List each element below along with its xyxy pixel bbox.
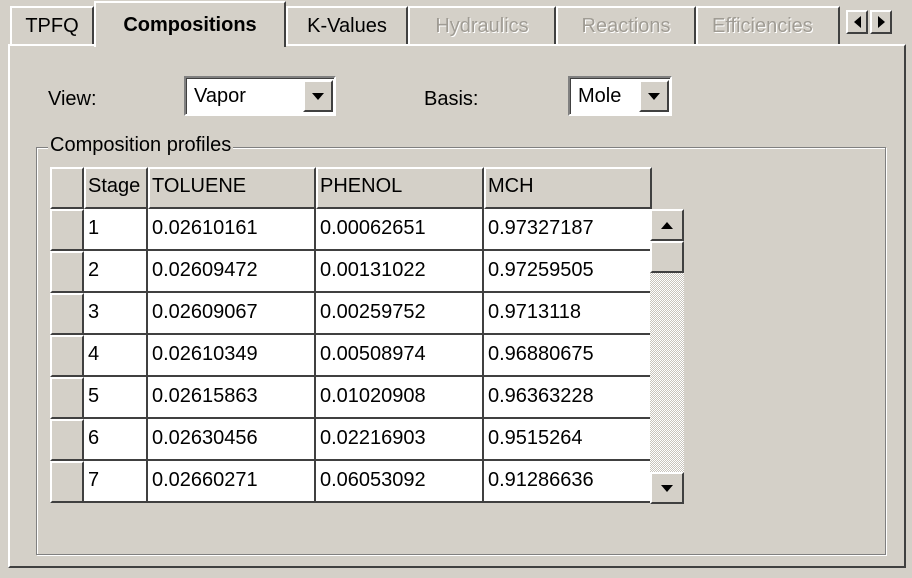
tab-label: K-Values <box>307 14 387 37</box>
scroll-track[interactable] <box>650 241 684 472</box>
cell-phenol[interactable]: 0.00508974 <box>316 335 484 377</box>
cell-phenol[interactable]: 0.00131022 <box>316 251 484 293</box>
tab-label: Efficiencies <box>712 14 813 37</box>
basis-dropdown-button[interactable] <box>639 80 669 112</box>
cell-mch[interactable]: 0.96363228 <box>484 377 652 419</box>
group-title: Composition profiles <box>48 134 234 157</box>
cell-stage[interactable]: 5 <box>84 377 148 419</box>
cell-toluene[interactable]: 0.02615863 <box>148 377 316 419</box>
tab-scroll-right-button[interactable] <box>870 10 892 34</box>
cell-mch[interactable]: 0.96880675 <box>484 335 652 377</box>
triangle-down-icon <box>661 484 673 492</box>
tab-tpfq[interactable]: TPFQ <box>10 6 94 44</box>
tab-label: Hydraulics <box>435 14 529 37</box>
cell-toluene[interactable]: 0.02610349 <box>148 335 316 377</box>
column-header-stage[interactable]: Stage <box>84 167 148 209</box>
tab-strip: TPFQ Compositions K-Values Hydraulics Re… <box>0 0 912 47</box>
cell-toluene[interactable]: 0.02630456 <box>148 419 316 461</box>
cell-toluene[interactable]: 0.02609067 <box>148 293 316 335</box>
chevron-down-icon <box>648 92 660 100</box>
tab-k-values[interactable]: K-Values <box>286 6 408 44</box>
view-select[interactable]: Vapor <box>184 76 336 116</box>
cell-stage[interactable]: 6 <box>84 419 148 461</box>
cell-stage[interactable]: 7 <box>84 461 148 503</box>
row-header[interactable] <box>50 209 84 251</box>
tab-compositions[interactable]: Compositions <box>94 1 286 47</box>
column-header-phenol[interactable]: PHENOL <box>316 167 484 209</box>
cell-stage[interactable]: 1 <box>84 209 148 251</box>
scroll-thumb[interactable] <box>650 241 684 273</box>
row-header[interactable] <box>50 461 84 503</box>
tab-reactions[interactable]: Reactions <box>556 6 696 44</box>
cell-phenol[interactable]: 0.00062651 <box>316 209 484 251</box>
triangle-right-icon <box>877 16 885 28</box>
row-header[interactable] <box>50 377 84 419</box>
row-header[interactable] <box>50 293 84 335</box>
view-select-value: Vapor <box>194 85 246 107</box>
cell-toluene[interactable]: 0.02610161 <box>148 209 316 251</box>
cell-mch[interactable]: 0.97327187 <box>484 209 652 251</box>
grid-corner[interactable] <box>50 167 84 209</box>
scroll-down-button[interactable] <box>650 472 684 504</box>
view-dropdown-button[interactable] <box>303 80 333 112</box>
cell-toluene[interactable]: 0.02660271 <box>148 461 316 503</box>
tab-label: TPFQ <box>25 14 79 37</box>
tab-efficiencies[interactable]: Efficiencies <box>696 6 840 44</box>
cell-stage[interactable]: 2 <box>84 251 148 293</box>
tab-label: Reactions <box>581 14 671 37</box>
row-header[interactable] <box>50 419 84 461</box>
column-header-mch[interactable]: MCH <box>484 167 652 209</box>
row-header[interactable] <box>50 335 84 377</box>
scroll-up-button[interactable] <box>650 209 684 241</box>
triangle-left-icon <box>853 16 861 28</box>
cell-phenol[interactable]: 0.02216903 <box>316 419 484 461</box>
cell-phenol[interactable]: 0.06053092 <box>316 461 484 503</box>
basis-select[interactable]: Mole <box>568 76 672 116</box>
column-header-toluene[interactable]: TOLUENE <box>148 167 316 209</box>
row-header[interactable] <box>50 251 84 293</box>
triangle-up-icon <box>661 221 673 229</box>
cell-stage[interactable]: 4 <box>84 335 148 377</box>
tab-scroll-left-button[interactable] <box>846 10 868 34</box>
cell-mch[interactable]: 0.91286636 <box>484 461 652 503</box>
cell-stage[interactable]: 3 <box>84 293 148 335</box>
chevron-down-icon <box>312 92 324 100</box>
cell-phenol[interactable]: 0.01020908 <box>316 377 484 419</box>
cell-mch[interactable]: 0.97259505 <box>484 251 652 293</box>
view-label: View: <box>48 88 97 110</box>
cell-mch[interactable]: 0.9515264 <box>484 419 652 461</box>
cell-toluene[interactable]: 0.02609472 <box>148 251 316 293</box>
basis-select-value: Mole <box>578 85 622 107</box>
cell-mch[interactable]: 0.9713118 <box>484 293 652 335</box>
grid-vertical-scrollbar[interactable] <box>650 209 684 504</box>
tab-label: Compositions <box>123 13 257 36</box>
basis-label: Basis: <box>424 88 479 110</box>
tab-hydraulics[interactable]: Hydraulics <box>408 6 556 44</box>
cell-phenol[interactable]: 0.00259752 <box>316 293 484 335</box>
